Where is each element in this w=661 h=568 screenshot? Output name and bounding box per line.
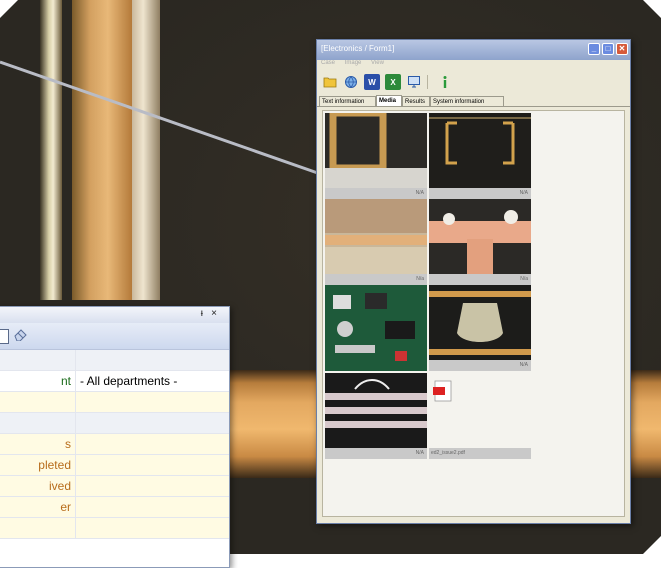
thumbnail-caption: N/A [325, 448, 427, 459]
received-label: ived [0, 476, 75, 496]
menu-image[interactable]: Image [345, 60, 362, 66]
menu-case[interactable]: Case [321, 60, 335, 66]
photo-layer-stripe [132, 0, 160, 300]
status-label: s [0, 434, 75, 454]
completed-label: pleted [0, 455, 75, 475]
close-icon[interactable]: × [211, 308, 217, 319]
thumbnail-caption: N/A [429, 188, 531, 199]
thumbnail-image [325, 113, 427, 188]
panel-header: ᵼ × [0, 307, 229, 323]
pdf-icon [429, 373, 531, 448]
close-button[interactable]: ✕ [616, 43, 628, 55]
window-titlebar[interactable]: [Electronics / Form1] _ □ ✕ [317, 40, 630, 60]
department-row[interactable]: nt - All departments - [0, 371, 229, 392]
media-thumbnail[interactable]: N/a [325, 199, 427, 285]
tab-system-information[interactable]: System information [430, 96, 504, 106]
thumbnail-image [429, 199, 531, 274]
thumbnail-caption: N/A [325, 188, 427, 199]
media-thumbnail[interactable]: N/A [429, 113, 531, 199]
thumbnail-caption: N/a [429, 274, 531, 285]
media-thumbnail[interactable] [325, 285, 427, 371]
tab-strip: Text information Media Results System in… [317, 95, 630, 107]
tab-results[interactable]: Results [402, 96, 430, 106]
photo-copper-layer [72, 0, 132, 300]
order-label: er [0, 497, 75, 517]
pin-icon[interactable]: ᵼ [201, 308, 203, 319]
maximize-button[interactable]: □ [602, 43, 614, 55]
toolbar-separator [427, 75, 428, 89]
department-value[interactable]: - All departments - [75, 371, 229, 391]
application-window: [Electronics / Form1] _ □ ✕ Case Image V… [316, 39, 631, 524]
media-thumbnail[interactable]: N/a [429, 199, 531, 285]
folder-icon[interactable] [322, 74, 338, 90]
tab-text-information[interactable]: Text information [319, 96, 376, 106]
thumbnail-image [429, 113, 531, 188]
media-grid: N/A N/A N/a N/a N/A N/A ed2_issue2.pdf [322, 110, 625, 517]
document-icon[interactable] [0, 329, 9, 344]
status-row[interactable]: s [0, 434, 229, 455]
thumbnail-caption: ed2_issue2.pdf [429, 448, 531, 459]
order-row[interactable]: er [0, 497, 229, 518]
media-thumbnail[interactable]: N/A [429, 285, 531, 371]
tab-media[interactable]: Media [376, 95, 402, 106]
grid-section-row [0, 350, 229, 371]
panel-toolbar [0, 323, 229, 350]
toolbar: W X [317, 71, 630, 95]
info-icon[interactable] [437, 74, 453, 90]
browser-icon[interactable] [343, 74, 359, 90]
completed-row[interactable]: pleted [0, 455, 229, 476]
thumbnail-image [429, 285, 531, 360]
window-title: [Electronics / Form1] [321, 44, 395, 53]
grid-row[interactable] [0, 392, 229, 413]
thumbnail-image [325, 285, 427, 371]
excel-icon[interactable]: X [385, 74, 401, 90]
filter-panel: ᵼ × nt - All departments - s pleted ived… [0, 306, 230, 568]
word-icon[interactable]: W [364, 74, 380, 90]
media-thumbnail[interactable]: N/A [325, 113, 427, 199]
grid-row[interactable] [0, 518, 229, 539]
grid-section-row [0, 413, 229, 434]
minimize-button[interactable]: _ [588, 43, 600, 55]
thumbnail-caption: N/A [429, 360, 531, 371]
menu-view[interactable]: View [371, 60, 384, 66]
thumbnail-caption: N/a [325, 274, 427, 285]
menu-bar: Case Image View [317, 60, 630, 71]
thumbnail-image [325, 373, 427, 448]
eraser-icon[interactable] [13, 327, 29, 344]
media-thumbnail[interactable]: ed2_issue2.pdf [429, 373, 531, 459]
monitor-icon[interactable] [406, 74, 422, 90]
photo-layer-stripe [40, 0, 62, 300]
thumbnail-image [325, 199, 427, 274]
received-row[interactable]: ived [0, 476, 229, 497]
media-thumbnail[interactable]: N/A [325, 373, 427, 459]
department-label: nt [60, 374, 71, 388]
